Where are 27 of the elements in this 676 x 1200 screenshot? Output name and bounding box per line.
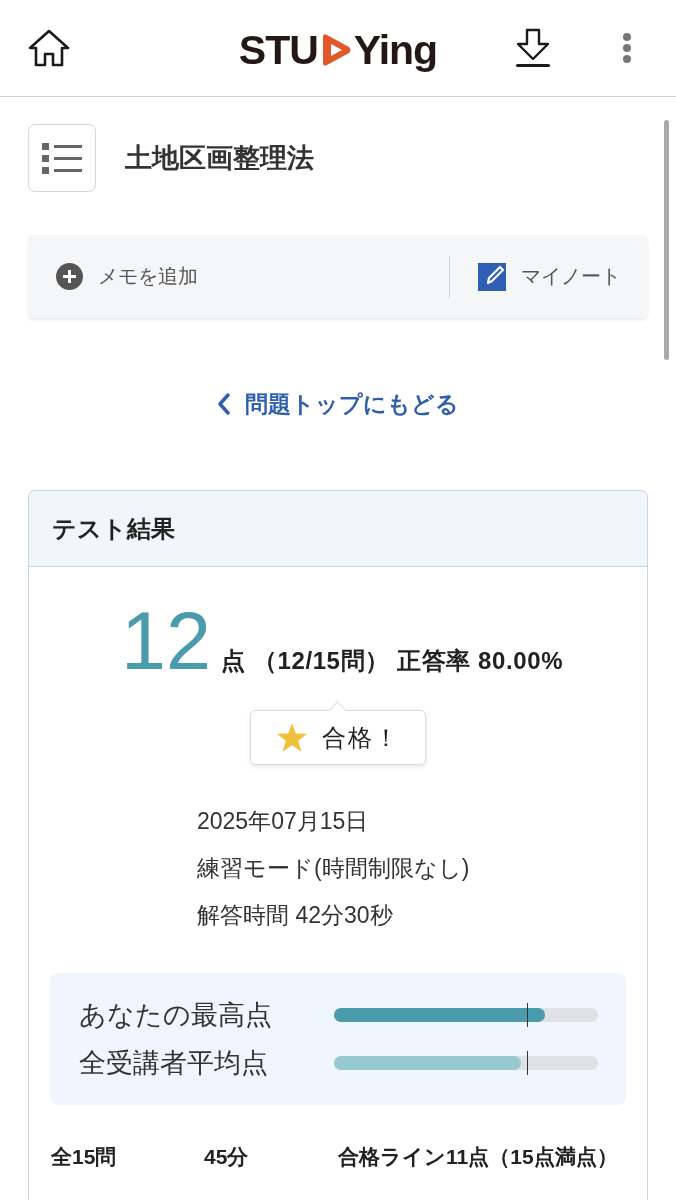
logo-text: STU [238,29,318,71]
score-number: 12 [120,601,211,682]
result-card-header: テスト結果 [29,491,647,567]
badge-label: 合格！ [322,722,400,753]
my-note-button[interactable]: マイノート [450,235,648,318]
score-detail: 点 （12/15問） 正答率 80.00% [221,646,564,676]
summary-text: 合格ライン11点（15点満点） [338,1144,619,1170]
note-edit-icon [478,262,506,291]
summary-text: 全15問 [51,1144,118,1170]
logo-text: Ying [353,29,438,71]
detail-text: 2025年07月15日 [197,807,370,835]
list-button[interactable] [28,124,96,192]
summary-text: 45分 [204,1144,250,1170]
detail-text: 解答時間 42分30秒 [197,901,394,929]
page-title: 土地区画整理法 [125,141,314,175]
more-menu-icon[interactable] [622,32,632,64]
back-link[interactable]: 問題トップにもどる [217,380,459,428]
download-icon[interactable] [514,28,552,68]
comparison-label: 全受講者平均点 [79,1047,269,1080]
comparison-label: あなたの最高点 [79,999,273,1032]
list-icon [42,141,82,175]
star-icon [276,722,308,753]
chevron-left-icon [217,393,231,415]
home-icon[interactable] [28,29,70,67]
plus-circle-icon [56,263,83,290]
detail-text: 練習モード(時間制限なし) [197,854,471,882]
add-memo-button[interactable]: メモを追加 [28,235,449,318]
